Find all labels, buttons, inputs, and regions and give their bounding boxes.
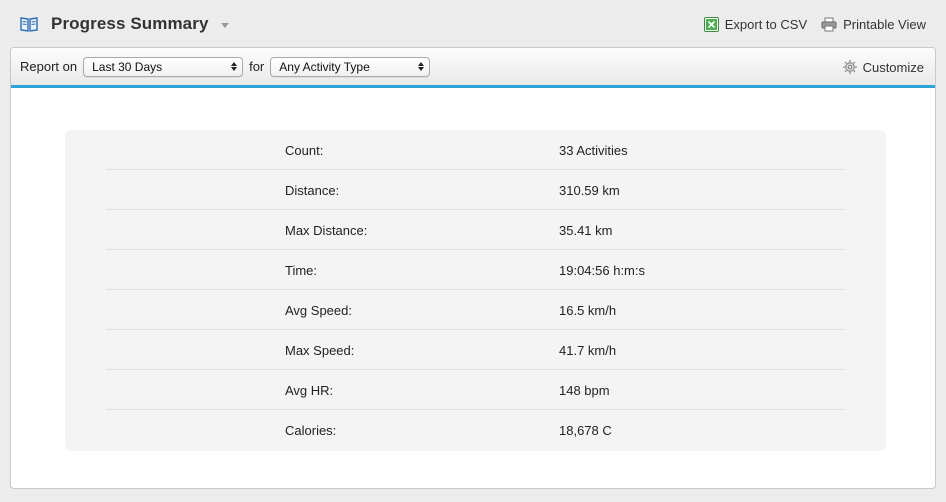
activity-type-select-value: Any Activity Type <box>279 59 370 74</box>
printer-icon <box>821 17 837 31</box>
select-arrows-icon <box>231 62 238 71</box>
summary-row-avg-speed: Avg Speed: 16.5 km/h <box>106 290 845 330</box>
row-value: 41.7 km/h <box>559 343 617 358</box>
period-select[interactable]: Last 30 Days <box>83 56 244 77</box>
row-label: Count: <box>285 143 324 158</box>
printable-view-label: Printable View <box>843 16 926 32</box>
row-value: 310.59 km <box>559 183 620 198</box>
period-select-value: Last 30 Days <box>92 59 163 74</box>
row-label: Avg HR: <box>285 383 334 398</box>
summary-row-distance: Distance: 310.59 km <box>106 170 845 210</box>
gear-icon <box>842 60 857 74</box>
report-toolbar: Report on Last 30 Days for Any Activity … <box>11 48 935 88</box>
for-label: for <box>249 59 265 74</box>
row-value: 18,678 C <box>559 423 612 438</box>
title-menu[interactable]: Progress Summary <box>20 12 229 36</box>
report-panel: Report on Last 30 Days for Any Activity … <box>10 47 936 489</box>
summary-table: Count: 33 Activities Distance: 310.59 km… <box>65 130 886 451</box>
row-label: Time: <box>285 263 318 278</box>
summary-row-time: Time: 19:04:56 h:m:s <box>106 250 845 290</box>
export-csv-label: Export to CSV <box>724 16 808 32</box>
customize-button[interactable]: Customize <box>842 59 924 75</box>
excel-icon <box>703 16 719 32</box>
summary-row-count: Count: 33 Activities <box>106 130 845 170</box>
caret-down-icon[interactable] <box>220 22 229 28</box>
row-label: Max Speed: <box>285 343 355 358</box>
row-label: Distance: <box>285 183 340 198</box>
row-value: 35.41 km <box>559 223 613 238</box>
book-icon <box>20 17 38 32</box>
page-header: Progress Summary Export to CSV Printable… <box>0 0 946 47</box>
summary-row-avg-hr: Avg HR: 148 bpm <box>106 370 845 410</box>
row-value: 19:04:56 h:m:s <box>559 263 645 278</box>
row-value: 16.5 km/h <box>559 303 617 318</box>
summary-row-max-distance: Max Distance: 35.41 km <box>106 210 845 250</box>
row-value: 148 bpm <box>559 383 610 398</box>
printable-view-button[interactable]: Printable View <box>821 17 926 32</box>
select-arrows-icon <box>418 62 425 71</box>
report-on-label: Report on <box>20 59 78 74</box>
row-label: Avg Speed: <box>285 303 352 318</box>
row-label: Max Distance: <box>285 223 368 238</box>
header-actions: Export to CSV Printable View <box>703 14 926 34</box>
summary-row-max-speed: Max Speed: 41.7 km/h <box>106 330 845 370</box>
export-csv-button[interactable]: Export to CSV <box>703 16 808 32</box>
summary-row-calories: Calories: 18,678 C <box>106 410 845 450</box>
activity-type-select[interactable]: Any Activity Type <box>270 56 431 77</box>
page-title: Progress Summary <box>51 14 209 33</box>
customize-label: Customize <box>862 59 924 75</box>
row-label: Calories: <box>285 423 337 438</box>
row-value: 33 Activities <box>559 143 628 158</box>
